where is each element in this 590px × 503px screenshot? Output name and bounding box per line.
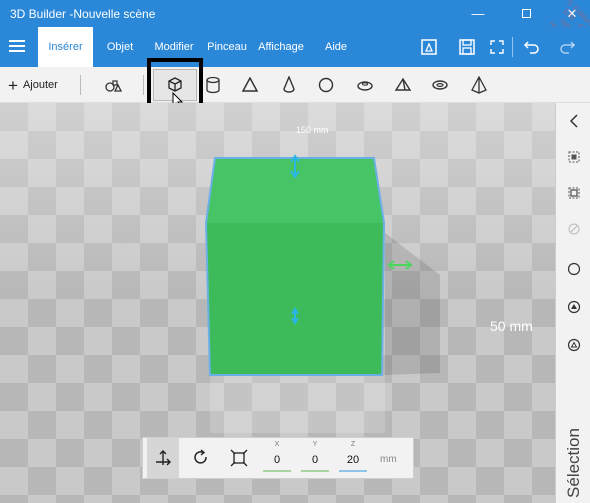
hamburger-menu-icon[interactable] bbox=[9, 40, 25, 54]
rotate-icon bbox=[194, 449, 207, 464]
scale-icon bbox=[230, 449, 248, 467]
redo-icon[interactable] bbox=[556, 36, 578, 58]
title-bar: 3D Builder -Nouvelle scène — ✕ © Edition… bbox=[0, 0, 590, 47]
transform-panel: X 0 Y 0 Z 20 mm bbox=[142, 437, 414, 479]
maximize-button[interactable] bbox=[510, 0, 542, 27]
tab-aide[interactable]: Aide bbox=[320, 27, 352, 67]
select-vertices-icon[interactable] bbox=[564, 259, 584, 279]
close-icon: ✕ bbox=[566, 5, 578, 21]
add-label: Ajouter bbox=[22, 79, 58, 91]
z-value[interactable]: 20 bbox=[335, 454, 371, 466]
minimize-icon: — bbox=[471, 6, 485, 21]
tab-pinceau[interactable]: Pinceau bbox=[205, 27, 249, 67]
plus-icon: + bbox=[8, 75, 18, 95]
cube-shadow bbox=[385, 233, 440, 375]
y-value[interactable]: 0 bbox=[297, 454, 333, 466]
insert-toolbar: + Ajouter bbox=[0, 67, 590, 103]
tab-objet[interactable]: Objet bbox=[100, 27, 140, 67]
z-field[interactable]: Z 20 bbox=[335, 438, 371, 478]
y-axis-label: Y bbox=[312, 441, 318, 448]
select-edges-icon[interactable] bbox=[564, 219, 584, 239]
cube-front-face bbox=[206, 223, 384, 375]
undo-icon[interactable] bbox=[521, 36, 543, 58]
close-button[interactable]: ✕ bbox=[556, 0, 588, 27]
select-triangle-icon[interactable] bbox=[564, 335, 584, 355]
cube-reflection bbox=[210, 375, 385, 433]
dimension-label-right: 50 mm bbox=[490, 318, 533, 334]
collapse-icon[interactable] bbox=[564, 111, 584, 131]
save-icon[interactable] bbox=[456, 36, 478, 58]
y-field[interactable]: Y 0 bbox=[297, 438, 333, 478]
z-axis-label: Z bbox=[350, 441, 356, 448]
selection-sidebar: Sélection bbox=[555, 103, 590, 503]
x-axis-label: X bbox=[274, 441, 280, 448]
fullscreen-icon[interactable] bbox=[486, 36, 508, 58]
unit-label: mm bbox=[380, 454, 397, 465]
select-sphere-icon[interactable] bbox=[564, 297, 584, 317]
select-faces-icon[interactable] bbox=[564, 183, 584, 203]
move-icon bbox=[156, 450, 171, 466]
group-shapes-icon[interactable] bbox=[101, 73, 125, 97]
x-field[interactable]: X 0 bbox=[259, 438, 295, 478]
menu-separator bbox=[512, 37, 513, 57]
x-value[interactable]: 0 bbox=[259, 454, 295, 466]
rotate-button[interactable] bbox=[185, 438, 217, 478]
move-button[interactable] bbox=[147, 438, 179, 478]
window-title: 3D Builder -Nouvelle scène bbox=[10, 7, 156, 21]
dimension-label-top: 150 mm bbox=[296, 125, 329, 135]
tab-inserer[interactable]: Insérer bbox=[38, 27, 93, 67]
toolbar-separator bbox=[80, 75, 81, 95]
maximize-icon bbox=[521, 9, 531, 18]
minimize-button[interactable]: — bbox=[462, 0, 494, 27]
add-button[interactable]: + Ajouter bbox=[8, 67, 58, 103]
selection-label[interactable]: Sélection bbox=[564, 423, 584, 503]
toolbar-separator bbox=[143, 75, 144, 95]
print-3d-icon[interactable] bbox=[418, 36, 440, 58]
tab-affichage[interactable]: Affichage bbox=[258, 27, 304, 67]
scale-button[interactable] bbox=[223, 438, 255, 478]
menu-bar: Insérer Objet Modifier Pinceau Affichage… bbox=[0, 27, 590, 67]
select-objects-icon[interactable] bbox=[564, 147, 584, 167]
